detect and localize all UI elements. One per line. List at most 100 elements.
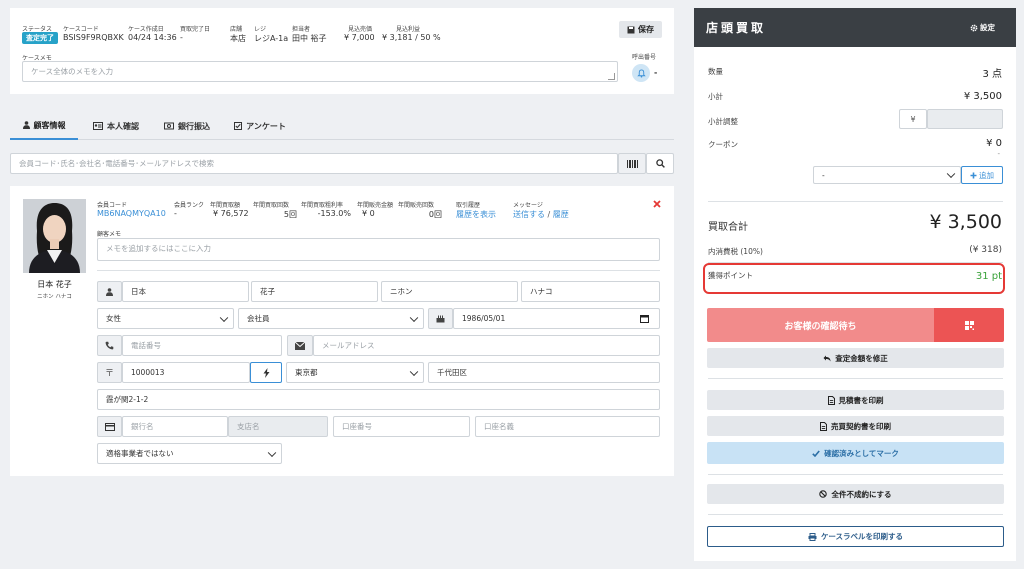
birthday-input[interactable]: 1986/05/01 xyxy=(453,308,660,329)
barcode-button[interactable] xyxy=(618,153,646,174)
customer-memo-input[interactable]: メモを追加するにはここに入力 xyxy=(97,238,660,261)
coupon-label: クーポン xyxy=(708,140,738,149)
close-icon[interactable] xyxy=(652,199,662,209)
search-button[interactable] xyxy=(646,153,674,174)
quantity-label: 数量 xyxy=(708,67,723,76)
tab-bank-transfer[interactable]: 銀行振込 xyxy=(153,112,221,140)
first-name-kana-input[interactable]: ハナコ xyxy=(521,281,660,302)
tab-label: 顧客情報 xyxy=(33,120,66,130)
tab-customer-info[interactable]: 顧客情報 xyxy=(10,112,78,140)
message-history-link[interactable]: 履歴 xyxy=(553,210,569,219)
id-card-icon xyxy=(93,122,103,130)
annual-sales-amount-label: 年間販売金額 xyxy=(357,202,394,209)
message-links: 送信する / 履歴 xyxy=(513,209,569,220)
customer-search-input[interactable]: 会員コード･氏名･会社名･電話番号･メールアドレスで検索 xyxy=(10,153,618,174)
bell-icon xyxy=(636,68,646,78)
credit-card-icon xyxy=(104,422,115,431)
member-rank-label: 会員ランク xyxy=(174,202,205,209)
staff-label: 担当者 xyxy=(292,26,311,33)
all-reject-label: 全件不成約にする xyxy=(831,489,892,499)
print-contract-label: 売買契約書を印刷 xyxy=(831,421,891,431)
save-button[interactable]: 保存 xyxy=(619,21,662,38)
user-icon xyxy=(22,121,30,129)
fix-amount-label: 査定金額を修正 xyxy=(835,353,888,363)
register-label: レジ xyxy=(254,26,267,33)
printer-icon xyxy=(808,532,817,541)
email-input[interactable]: メールアドレス xyxy=(313,335,660,356)
member-rank-value: - xyxy=(174,209,177,218)
tab-survey[interactable]: アンケート xyxy=(226,112,294,140)
city-input[interactable]: 千代田区 xyxy=(428,362,660,383)
print-label-button[interactable]: ケースラベルを印刷する xyxy=(707,526,1004,547)
print-estimate-button[interactable]: 見積書を印刷 xyxy=(707,390,1004,410)
account-holder-input[interactable]: 口座名義 xyxy=(475,416,660,437)
est-sales-value: ¥ 7,000 xyxy=(344,33,375,42)
tab-identity-check[interactable]: 本人確認 xyxy=(82,112,150,140)
gear-icon xyxy=(970,24,978,32)
bank-name-input[interactable]: 銀行名 xyxy=(122,416,228,437)
all-reject-button[interactable]: 全件不成約にする xyxy=(707,484,1004,504)
qr-code-button[interactable] xyxy=(934,308,1004,342)
points-label: 獲得ポイント xyxy=(708,271,753,280)
bell-button[interactable] xyxy=(632,64,650,82)
undo-icon xyxy=(823,355,831,362)
add-coupon-button[interactable]: 追加 xyxy=(961,166,1003,184)
barcode-icon xyxy=(626,159,638,168)
dealer-status-select[interactable]: 適格事業者ではない xyxy=(97,443,282,464)
tax-label: 内消費税 (10%) xyxy=(708,247,763,256)
settings-button[interactable]: 設定 xyxy=(970,22,995,33)
total-value: ¥ 3,500 xyxy=(929,211,1002,233)
annual-purchase-amount-label: 年間買取額 xyxy=(210,202,241,209)
case-memo-input[interactable]: ケース全体のメモを入力 xyxy=(22,61,618,82)
case-code-label: ケースコード xyxy=(63,26,99,33)
subtotal-adjust-input[interactable] xyxy=(927,109,1003,129)
confirm-wait-button[interactable]: お客様の確認待ち xyxy=(707,308,934,342)
calendar-icon[interactable] xyxy=(640,314,649,323)
gender-select[interactable]: 女性 xyxy=(97,308,234,329)
history-link[interactable]: 履歴を表示 xyxy=(456,209,496,220)
quantity-value: 3 点 xyxy=(982,69,1002,80)
document-icon xyxy=(820,421,827,431)
fix-amount-button[interactable]: 査定金額を修正 xyxy=(707,348,1004,368)
phone-input[interactable]: 電話番号 xyxy=(122,335,282,356)
occupation-select[interactable]: 会社員 xyxy=(238,308,424,329)
prefecture-select[interactable]: 東京都 xyxy=(286,362,424,383)
coupon-sub: - xyxy=(997,150,1000,158)
subtotal-label: 小計 xyxy=(708,92,723,101)
member-code-link[interactable]: MB6NAQMYQA10 xyxy=(97,209,166,218)
created-label: ケース作成日 xyxy=(128,26,164,33)
user-icon xyxy=(106,287,113,296)
points-value: 31 pt xyxy=(975,271,1002,282)
mark-confirmed-button[interactable]: 確認済みとしてマーク xyxy=(707,442,1004,464)
account-number-input[interactable]: 口座番号 xyxy=(333,416,470,437)
bolt-icon xyxy=(263,367,270,378)
money-icon xyxy=(164,122,174,130)
staff-value: 田中 裕子 xyxy=(292,34,327,43)
address-lookup-button[interactable] xyxy=(250,362,282,383)
customer-memo-label: 顧客メモ xyxy=(97,231,122,238)
purchase-done-value: - xyxy=(180,33,183,42)
address-input[interactable]: 霞が関2-1-2 xyxy=(97,389,660,410)
divider xyxy=(708,201,1003,202)
status-badge: 査定完了 xyxy=(22,32,58,44)
last-name-input[interactable]: 日本 xyxy=(122,281,249,302)
call-number-value: - xyxy=(654,68,658,77)
last-name-kana-input[interactable]: ニホン xyxy=(381,281,518,302)
save-icon xyxy=(627,26,635,34)
save-label: 保存 xyxy=(638,25,654,34)
register-value: レジA-1a xyxy=(254,34,289,43)
case-header-card: ステータス 査定完了 ケースコード BSIS9F9RQBXK ケース作成日 04… xyxy=(10,8,674,94)
postal-code-input[interactable]: 1000013 xyxy=(122,362,250,383)
branch-name-input[interactable]: 支店名 xyxy=(228,416,328,437)
document-icon xyxy=(827,395,835,405)
subtotal-adjust-label: 小計調整 xyxy=(708,117,738,126)
divider xyxy=(708,514,1003,515)
coupon-select[interactable]: - xyxy=(813,166,961,184)
first-name-input[interactable]: 花子 xyxy=(251,281,378,302)
tab-label: 銀行振込 xyxy=(178,121,210,131)
print-contract-button[interactable]: 売買契約書を印刷 xyxy=(707,416,1004,436)
member-code-label: 会員コード xyxy=(97,202,128,209)
annual-sales-count-value: 0回 xyxy=(428,210,442,219)
message-send-link[interactable]: 送信する xyxy=(513,210,545,219)
est-profit-value: ¥ 3,181 / 50 % xyxy=(382,33,441,42)
